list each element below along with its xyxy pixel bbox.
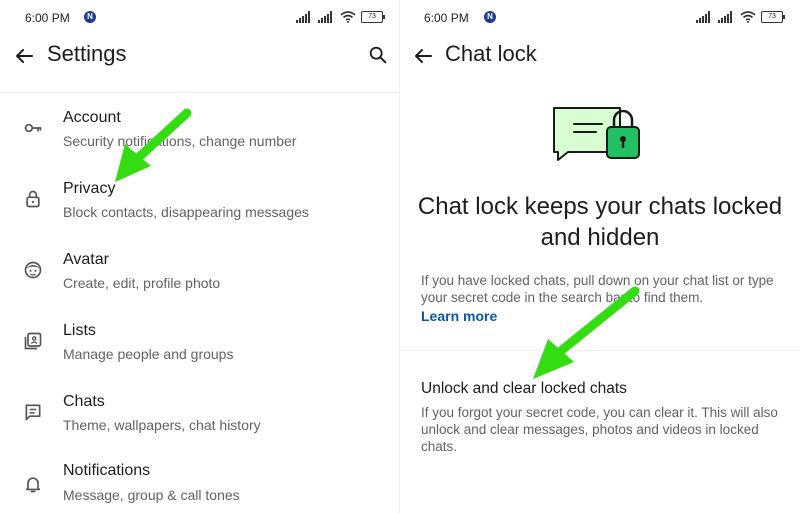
settings-item-notifications[interactable]: Notifications Message, group & call tone… xyxy=(0,454,400,513)
signal-icon xyxy=(718,11,732,23)
wifi-icon xyxy=(740,11,756,23)
page-title: Chat lock xyxy=(445,41,537,66)
settings-item-title: Account xyxy=(63,109,121,126)
section-divider xyxy=(400,350,800,351)
lists-icon xyxy=(24,332,42,350)
settings-item-title: Chats xyxy=(63,393,105,410)
chat-lock-screen: 6:00 PM N 73 Chat lock Chat lock keeps y… xyxy=(400,0,800,513)
back-arrow-icon[interactable] xyxy=(411,44,435,68)
settings-item-subtitle: Block contacts, disappearing messages xyxy=(63,204,309,220)
chat-lock-description: If you have locked chats, pull down on y… xyxy=(421,273,774,305)
battery-icon: 73 xyxy=(361,11,385,23)
notification-badge-icon: N xyxy=(484,11,496,23)
status-time: 6:00 PM xyxy=(25,11,70,25)
signal-icon xyxy=(696,11,710,23)
search-icon[interactable] xyxy=(367,44,389,66)
unlock-clear-description: If you forgot your secret code, you can … xyxy=(421,405,778,454)
chat-lock-illustration-icon xyxy=(553,107,640,161)
avatar-icon xyxy=(24,261,42,279)
settings-item-title: Avatar xyxy=(63,251,109,268)
battery-icon: 73 xyxy=(761,11,785,23)
bell-icon xyxy=(25,477,41,493)
settings-item-subtitle: Create, edit, profile photo xyxy=(63,275,221,291)
settings-item-privacy[interactable]: Privacy Block contacts, disappearing mes… xyxy=(0,171,400,235)
page-title: Settings xyxy=(47,41,127,66)
back-arrow-icon[interactable] xyxy=(12,44,36,68)
key-icon xyxy=(24,123,42,133)
settings-item-subtitle: Message, group & call tones xyxy=(63,487,240,503)
settings-item-account[interactable]: Account Security notifications, change n… xyxy=(0,100,400,164)
signal-icon xyxy=(318,11,332,23)
status-icons: 73 xyxy=(296,9,385,25)
unlock-clear-title: Unlock and clear locked chats xyxy=(421,380,627,397)
lock-icon xyxy=(26,190,40,208)
settings-item-avatar[interactable]: Avatar Create, edit, profile photo xyxy=(0,242,400,306)
settings-item-chats[interactable]: Chats Theme, wallpapers, chat history xyxy=(0,384,400,448)
status-time: 6:00 PM xyxy=(424,11,469,25)
signal-icon xyxy=(296,11,310,23)
status-bar: 6:00 PM N 73 xyxy=(400,0,800,36)
settings-screen: 6:00 PM N 73 Settings Account Security n… xyxy=(0,0,400,513)
chat-icon xyxy=(25,404,41,421)
status-icons: 73 xyxy=(696,9,785,25)
settings-item-subtitle: Manage people and groups xyxy=(63,346,234,362)
wifi-icon xyxy=(340,11,356,23)
settings-item-title: Notifications xyxy=(63,462,151,479)
learn-more-link[interactable]: Learn more xyxy=(421,308,497,324)
chat-lock-heading: Chat lock keeps your chats locked and hi… xyxy=(417,193,783,251)
settings-item-lists[interactable]: Lists Manage people and groups xyxy=(0,313,400,377)
settings-item-title: Privacy xyxy=(63,180,116,197)
notification-badge-icon: N xyxy=(84,11,96,23)
settings-item-title: Lists xyxy=(63,322,96,339)
settings-item-subtitle: Theme, wallpapers, chat history xyxy=(63,417,261,433)
settings-list xyxy=(0,92,400,93)
settings-item-subtitle: Security notifications, change number xyxy=(63,133,297,149)
status-bar: 6:00 PM N 73 xyxy=(0,0,400,36)
